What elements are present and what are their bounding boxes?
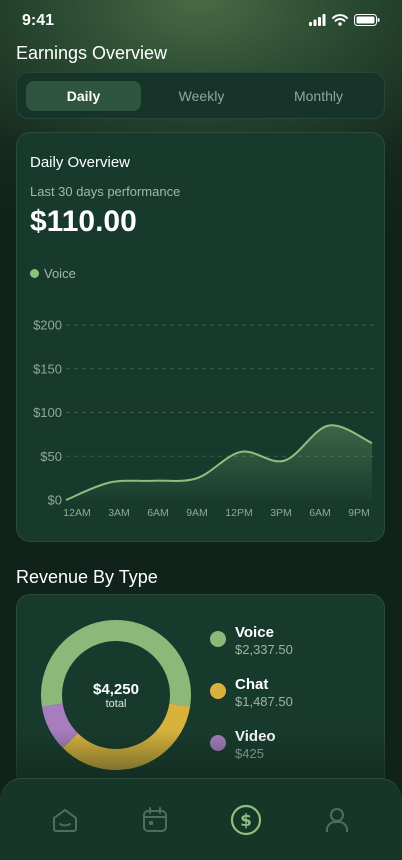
y-tick-label: $150	[33, 361, 62, 376]
tab-weekly[interactable]: Weekly	[144, 81, 259, 111]
revenue-card: $4,250 total Voice $2,337.50 Chat $1,487…	[16, 594, 385, 794]
x-tick-label: 6AM	[147, 507, 169, 519]
y-tick-label: $100	[33, 405, 62, 420]
overview-title: Daily Overview	[30, 154, 131, 171]
legend-name: Voice	[235, 624, 274, 641]
x-tick-label: 9AM	[186, 507, 208, 519]
area-fill-voice	[66, 425, 372, 500]
period-segmented-control: Daily Weekly Monthly	[16, 72, 385, 119]
wifi-icon	[332, 14, 348, 26]
legend-item-video[interactable]: Video $425	[210, 728, 276, 762]
svg-text:$: $	[240, 811, 252, 831]
chart-legend: Voice	[30, 266, 76, 281]
daily-overview-card: Daily Overview Last 30 days performance …	[16, 132, 385, 542]
nav-earnings[interactable]: $	[229, 803, 263, 837]
legend-dot-chat	[210, 683, 226, 699]
x-tick-label: 6AM	[309, 507, 331, 519]
legend-dot-voice	[30, 269, 39, 278]
overview-amount: $110.00	[30, 205, 137, 238]
dollar-icon: $	[230, 804, 262, 836]
y-tick-label: $50	[40, 449, 62, 464]
nav-calendar[interactable]	[138, 803, 172, 837]
legend-item-voice[interactable]: Voice $2,337.50	[210, 624, 293, 658]
x-tick-label: 9PM	[348, 507, 370, 519]
revenue-title: Revenue By Type	[16, 567, 158, 587]
legend-name: Chat	[235, 676, 269, 693]
home-icon	[53, 809, 77, 832]
status-time: 9:41	[22, 12, 55, 29]
legend-value: $1,487.50	[235, 694, 293, 709]
x-tick-label: 12PM	[225, 507, 252, 519]
status-icons	[309, 14, 380, 26]
donut-total: $4,250	[93, 680, 139, 698]
bottom-tab-bar: $	[0, 778, 402, 860]
x-tick-label: 3PM	[270, 507, 292, 519]
earnings-area-chart: $0 $50 $100 $150 $200 12AM 3AM 6AM 9AM 12PM 3PM 6AM…	[33, 318, 374, 519]
y-tick-label: $200	[33, 318, 62, 333]
nav-profile[interactable]	[320, 803, 354, 837]
x-tick-label: 12AM	[63, 507, 90, 519]
overview-subtitle: Last 30 days performance	[30, 184, 181, 199]
legend-item-chat[interactable]: Chat $1,487.50	[210, 676, 293, 710]
tab-daily[interactable]: Daily	[26, 81, 141, 111]
legend-dot-video	[210, 735, 226, 751]
signal-icon	[309, 14, 326, 26]
battery-icon	[354, 14, 380, 26]
donut-total-label: total	[105, 697, 127, 710]
x-tick-label: 3AM	[108, 507, 130, 519]
profile-icon	[326, 808, 348, 832]
legend-value: $425	[235, 746, 264, 761]
status-bar: 9:41	[0, 0, 402, 44]
legend-label-voice: Voice	[44, 266, 76, 281]
donut-center: $4,250 total	[41, 620, 191, 770]
nav-home[interactable]	[48, 803, 82, 837]
y-tick-label: $0	[48, 493, 62, 508]
page-title: Earnings Overview	[16, 43, 168, 63]
revenue-donut: $4,250 total	[40, 619, 191, 770]
calendar-icon	[143, 807, 167, 832]
legend-dot-voice	[210, 631, 226, 647]
legend-name: Video	[235, 728, 276, 745]
tab-monthly[interactable]: Monthly	[261, 81, 376, 111]
legend-value: $2,337.50	[235, 642, 293, 657]
